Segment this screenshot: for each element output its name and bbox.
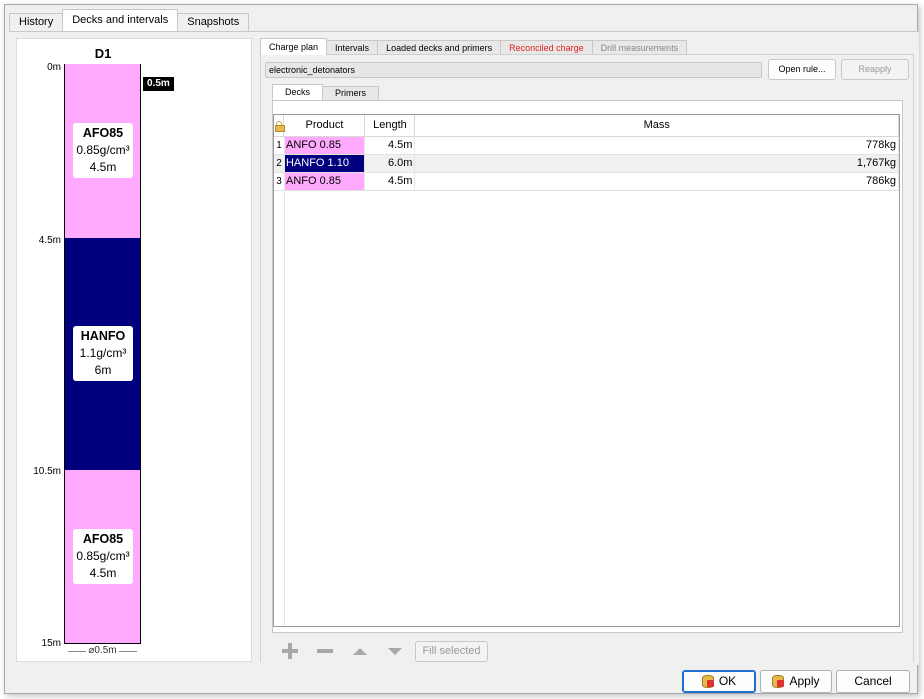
deck-density: 0.85g/cm³	[76, 143, 130, 157]
remove-row-icon[interactable]	[316, 642, 334, 660]
tab-decks[interactable]: Decks	[272, 84, 324, 100]
column-header-product[interactable]: Product	[283, 115, 366, 137]
hole-right-wall	[140, 64, 141, 644]
table-row[interactable]: 2 HANFO 1.10 6.0m 1,767kg	[274, 154, 899, 173]
deck-product-name: AFO85	[82, 532, 124, 546]
dialog-window: History Decks and intervals Snapshots D1…	[4, 4, 919, 694]
row-mass-cell[interactable]: 778kg	[414, 136, 899, 155]
tab-decks-and-intervals[interactable]: Decks and intervals	[62, 9, 179, 31]
apply-button[interactable]: Apply	[760, 670, 832, 693]
tab-loaded-decks-and-primers[interactable]: Loaded decks and primers	[377, 40, 502, 55]
depth-tick-label: 0m	[47, 62, 61, 73]
charge-plan-pane: electronic_detonators Open rule... Reapp…	[260, 54, 914, 662]
tab-history[interactable]: History	[9, 13, 64, 31]
decks-table[interactable]: Product Length Mass 1 ANFO 0.85 4.5m 778…	[273, 114, 900, 627]
deck-density: 0.85g/cm³	[76, 549, 130, 563]
diameter-dimension: ⌀0.5m	[64, 645, 141, 656]
tab-drill-measurements[interactable]: Drill measurements	[591, 40, 688, 55]
lock-column-header[interactable]	[274, 115, 285, 137]
move-down-icon[interactable]	[386, 642, 404, 660]
row-product-cell[interactable]: ANFO 0.85	[283, 172, 366, 191]
deck-density: 1.1g/cm³	[79, 346, 127, 360]
index-column-divider	[284, 137, 285, 626]
fill-selected-button[interactable]: Fill selected	[415, 641, 488, 662]
decks-intervals-pane: D1 0m 4.5m 10.5m 15m AFO85 0.85g/cm³ 4.5m H…	[9, 31, 919, 665]
deck-length: 4.5m	[89, 160, 117, 174]
row-product-cell[interactable]: HANFO 1.10	[283, 154, 366, 173]
deck-length: 4.5m	[89, 566, 117, 580]
table-row[interactable]: 1 ANFO 0.85 4.5m 778kg	[274, 136, 899, 155]
add-row-icon[interactable]	[281, 642, 299, 660]
row-index: 3	[274, 172, 284, 191]
open-rule-button[interactable]: Open rule...	[768, 59, 836, 80]
column-header-length[interactable]: Length	[364, 115, 416, 137]
depth-tick-label: 15m	[41, 638, 61, 649]
row-product-cell[interactable]: ANFO 0.85	[283, 136, 366, 155]
deck-product-name: AFO85	[82, 126, 124, 140]
sub-tab-bar: Charge plan Intervals Loaded decks and p…	[260, 38, 688, 55]
collar-badge: 0.5m	[143, 77, 174, 91]
deck-label: AFO85 0.85g/cm³ 4.5m	[73, 529, 133, 584]
row-length-cell[interactable]: 6.0m	[364, 154, 416, 173]
tab-snapshots[interactable]: Snapshots	[177, 13, 250, 31]
tab-reconciled-charge[interactable]: Reconciled charge	[500, 40, 593, 55]
deck-segment[interactable]: AFO85 0.85g/cm³ 4.5m	[65, 470, 140, 644]
depth-tick-label: 4.5m	[38, 235, 61, 246]
tab-intervals[interactable]: Intervals	[326, 40, 379, 55]
lock-icon	[274, 121, 285, 133]
hole-left-wall	[64, 64, 65, 644]
drill-hole-diagram: D1 0m 4.5m 10.5m 15m AFO85 0.85g/cm³ 4.5m H…	[16, 38, 252, 662]
reapply-button[interactable]: Reapply	[841, 59, 909, 80]
tab-primers[interactable]: Primers	[322, 86, 380, 100]
deck-segment[interactable]: AFO85 0.85g/cm³ 4.5m	[65, 64, 140, 238]
row-length-cell[interactable]: 4.5m	[364, 172, 416, 191]
cancel-button[interactable]: Cancel	[836, 670, 910, 693]
top-tab-bar: History Decks and intervals Snapshots	[9, 9, 250, 31]
deck-label: AFO85 0.85g/cm³ 4.5m	[73, 123, 133, 178]
hole-base-line	[64, 643, 141, 644]
row-index: 1	[274, 136, 284, 155]
charge-panel: Charge plan Intervals Loaded decks and p…	[258, 38, 915, 662]
move-up-icon[interactable]	[351, 642, 369, 660]
table-row[interactable]: 3 ANFO 0.85 4.5m 786kg	[274, 172, 899, 191]
table-header-row: Product Length Mass	[274, 115, 899, 137]
inner-tab-bar: Decks Primers	[272, 84, 380, 100]
tab-charge-plan[interactable]: Charge plan	[260, 38, 328, 55]
ok-label: OK	[718, 674, 737, 688]
database-icon	[701, 675, 714, 688]
diameter-label: ⌀0.5m	[86, 645, 119, 656]
hole-name: D1	[94, 46, 112, 61]
rule-name-field: electronic_detonators	[265, 62, 762, 78]
column-header-mass[interactable]: Mass	[414, 115, 899, 137]
deck-segment[interactable]: HANFO 1.1g/cm³ 6m	[65, 238, 140, 470]
deck-length: 6m	[94, 363, 112, 377]
ok-button[interactable]: OK	[682, 670, 756, 693]
row-index: 2	[274, 154, 284, 173]
apply-label: Apply	[789, 674, 820, 688]
row-mass-cell[interactable]: 786kg	[414, 172, 899, 191]
deck-label: HANFO 1.1g/cm³ 6m	[73, 326, 133, 381]
depth-tick-label: 10.5m	[33, 466, 61, 477]
database-icon	[772, 675, 785, 688]
row-mass-cell[interactable]: 1,767kg	[414, 154, 899, 173]
row-length-cell[interactable]: 4.5m	[364, 136, 416, 155]
deck-product-name: HANFO	[80, 329, 126, 343]
